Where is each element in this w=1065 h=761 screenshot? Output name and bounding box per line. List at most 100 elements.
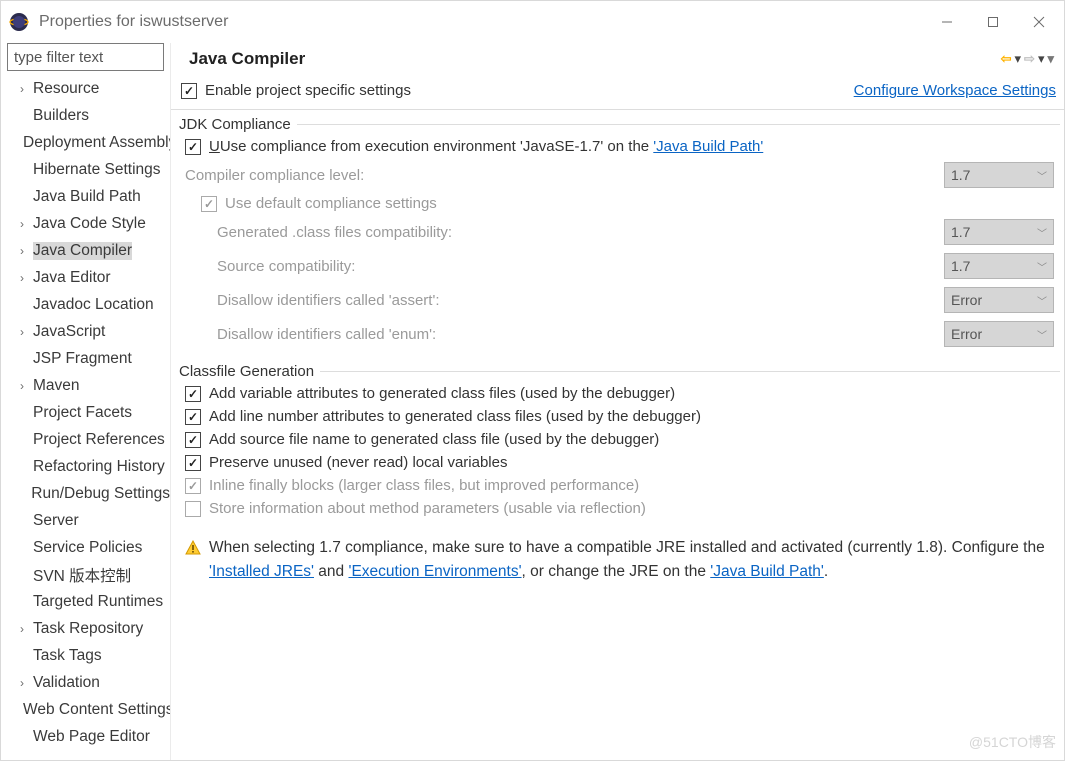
tree-item[interactable]: ›Server bbox=[1, 507, 170, 534]
tree-item[interactable]: ›Project References bbox=[1, 426, 170, 453]
toolbar-menu-icon[interactable]: ▾ bbox=[1047, 51, 1054, 67]
tree-item[interactable]: ›Task Tags bbox=[1, 642, 170, 669]
tree-item[interactable]: ›Refactoring History bbox=[1, 453, 170, 480]
nav-back-menu-icon[interactable]: ▾ bbox=[1015, 51, 1022, 67]
tree-item-label: Service Policies bbox=[33, 539, 142, 557]
configure-workspace-link[interactable]: Configure Workspace Settings bbox=[854, 82, 1056, 99]
tree-item-label: Task Repository bbox=[33, 620, 143, 638]
cf-preserve-label: Preserve unused (never read) local varia… bbox=[209, 454, 507, 471]
tree-item[interactable]: › Task Repository bbox=[1, 615, 170, 642]
installed-jres-link[interactable]: 'Installed JREs' bbox=[209, 563, 314, 580]
disallow-assert-label: Disallow identifiers called 'assert': bbox=[217, 292, 944, 309]
tree-item-label: Validation bbox=[33, 674, 100, 692]
tree-item-label: Maven bbox=[33, 377, 80, 395]
use-execution-env-label: UUse compliance from execution environme… bbox=[209, 138, 763, 155]
tree-item-label: Java Editor bbox=[33, 269, 111, 287]
compiler-level-combo[interactable]: 1.7﹀ bbox=[944, 162, 1054, 188]
tree-item[interactable]: ›Web Page Editor bbox=[1, 723, 170, 750]
tree-item[interactable]: ›Project Facets bbox=[1, 399, 170, 426]
nav-back-icon[interactable]: ⇦ bbox=[1001, 51, 1012, 67]
use-default-compliance-checkbox bbox=[201, 196, 217, 212]
tree-item-label: Run/Debug Settings bbox=[31, 485, 170, 503]
cf-variable-checkbox[interactable] bbox=[185, 386, 201, 402]
nav-forward-menu-icon[interactable]: ▾ bbox=[1038, 51, 1045, 67]
tree-item[interactable]: › Maven bbox=[1, 372, 170, 399]
tree-item-label: SVN 版本控制 bbox=[33, 564, 131, 586]
titlebar: Properties for iswustserver bbox=[1, 1, 1064, 43]
tree-item[interactable]: ›SVN 版本控制 bbox=[1, 561, 170, 588]
tree-item[interactable]: ›Hibernate Settings bbox=[1, 156, 170, 183]
nav-forward-icon[interactable]: ⇨ bbox=[1024, 51, 1035, 67]
tree-item-label: Project References bbox=[33, 431, 165, 449]
tree-item[interactable]: › Resource bbox=[1, 75, 170, 102]
warning-text: When selecting 1.7 compliance, make sure… bbox=[209, 536, 1050, 584]
tree-item[interactable]: ›JSP Fragment bbox=[1, 345, 170, 372]
tree-item-label: Server bbox=[33, 512, 79, 530]
chevron-right-icon[interactable]: › bbox=[15, 82, 29, 96]
tree-item-label: Java Code Style bbox=[33, 215, 146, 233]
chevron-right-icon[interactable]: › bbox=[15, 622, 29, 636]
cf-sourcefile-checkbox[interactable] bbox=[185, 432, 201, 448]
tree-item-label: Java Compiler bbox=[33, 242, 132, 260]
tree-item[interactable]: ›Builders bbox=[1, 102, 170, 129]
tree-item-label: JavaScript bbox=[33, 323, 105, 341]
maximize-button[interactable] bbox=[970, 7, 1016, 37]
chevron-right-icon[interactable]: › bbox=[15, 379, 29, 393]
tree-item-label: Web Page Editor bbox=[33, 728, 150, 746]
close-button[interactable] bbox=[1016, 7, 1062, 37]
tree-item[interactable]: ›Service Policies bbox=[1, 534, 170, 561]
tree-item[interactable]: ›Targeted Runtimes bbox=[1, 588, 170, 615]
minimize-button[interactable] bbox=[924, 7, 970, 37]
tree-item[interactable]: › Validation bbox=[1, 669, 170, 696]
disallow-enum-combo: Error﹀ bbox=[944, 321, 1054, 347]
chevron-right-icon[interactable]: › bbox=[15, 271, 29, 285]
cf-inline-label: Inline finally blocks (larger class file… bbox=[209, 477, 639, 494]
tree-item-label: Hibernate Settings bbox=[33, 161, 161, 179]
watermark: @51CTO博客 bbox=[969, 732, 1056, 752]
tree-item-label: Deployment Assembly bbox=[23, 134, 170, 152]
window-title: Properties for iswustserver bbox=[39, 13, 924, 31]
cf-inline-checkbox bbox=[185, 478, 201, 494]
source-compat-label: Source compatibility: bbox=[217, 258, 944, 275]
use-default-compliance-label: Use default compliance settings bbox=[225, 195, 437, 212]
tree-item-label: Targeted Runtimes bbox=[33, 593, 163, 611]
cf-variable-label: Add variable attributes to generated cla… bbox=[209, 385, 675, 402]
cf-store-label: Store information about method parameter… bbox=[209, 500, 646, 517]
chevron-right-icon[interactable]: › bbox=[15, 676, 29, 690]
filter-input[interactable] bbox=[7, 43, 164, 71]
page-title: Java Compiler bbox=[189, 49, 998, 69]
cf-linenumber-checkbox[interactable] bbox=[185, 409, 201, 425]
cf-preserve-checkbox[interactable] bbox=[185, 455, 201, 471]
tree-item[interactable]: ›Java Build Path bbox=[1, 183, 170, 210]
tree-item-label: Resource bbox=[33, 80, 99, 98]
use-execution-env-checkbox[interactable] bbox=[185, 139, 201, 155]
cf-linenumber-label: Add line number attributes to generated … bbox=[209, 408, 701, 425]
source-compat-combo: 1.7﹀ bbox=[944, 253, 1054, 279]
enable-project-specific-checkbox[interactable] bbox=[181, 83, 197, 99]
generated-class-label: Generated .class files compatibility: bbox=[217, 224, 944, 241]
chevron-right-icon[interactable]: › bbox=[15, 325, 29, 339]
tree-item-label: JSP Fragment bbox=[33, 350, 132, 368]
tree-item-label: Refactoring History bbox=[33, 458, 165, 476]
jdk-compliance-legend: JDK Compliance bbox=[175, 116, 297, 133]
tree-item[interactable]: ›Deployment Assembly bbox=[1, 129, 170, 156]
java-build-path-link-2[interactable]: 'Java Build Path' bbox=[710, 563, 824, 580]
tree-item[interactable]: ›Run/Debug Settings bbox=[1, 480, 170, 507]
chevron-right-icon[interactable]: › bbox=[15, 217, 29, 231]
category-tree: ›Resource›Builders›Deployment Assembly›H… bbox=[1, 75, 170, 760]
tree-item-label: Task Tags bbox=[33, 647, 102, 665]
chevron-right-icon[interactable]: › bbox=[15, 244, 29, 258]
tree-item[interactable]: › Java Code Style bbox=[1, 210, 170, 237]
tree-item[interactable]: ›Web Content Settings bbox=[1, 696, 170, 723]
tree-item-label: Javadoc Location bbox=[33, 296, 154, 314]
tree-item[interactable]: ›Javadoc Location bbox=[1, 291, 170, 318]
compiler-level-label: Compiler compliance level: bbox=[185, 167, 944, 184]
tree-item-label: Project Facets bbox=[33, 404, 132, 422]
tree-item[interactable]: › Java Editor bbox=[1, 264, 170, 291]
java-build-path-link[interactable]: 'Java Build Path' bbox=[653, 138, 763, 155]
classfile-generation-legend: Classfile Generation bbox=[175, 363, 320, 380]
tree-item[interactable]: › JavaScript bbox=[1, 318, 170, 345]
tree-item[interactable]: › Java Compiler bbox=[1, 237, 170, 264]
generated-class-combo: 1.7﹀ bbox=[944, 219, 1054, 245]
execution-environments-link[interactable]: 'Execution Environments' bbox=[348, 563, 521, 580]
